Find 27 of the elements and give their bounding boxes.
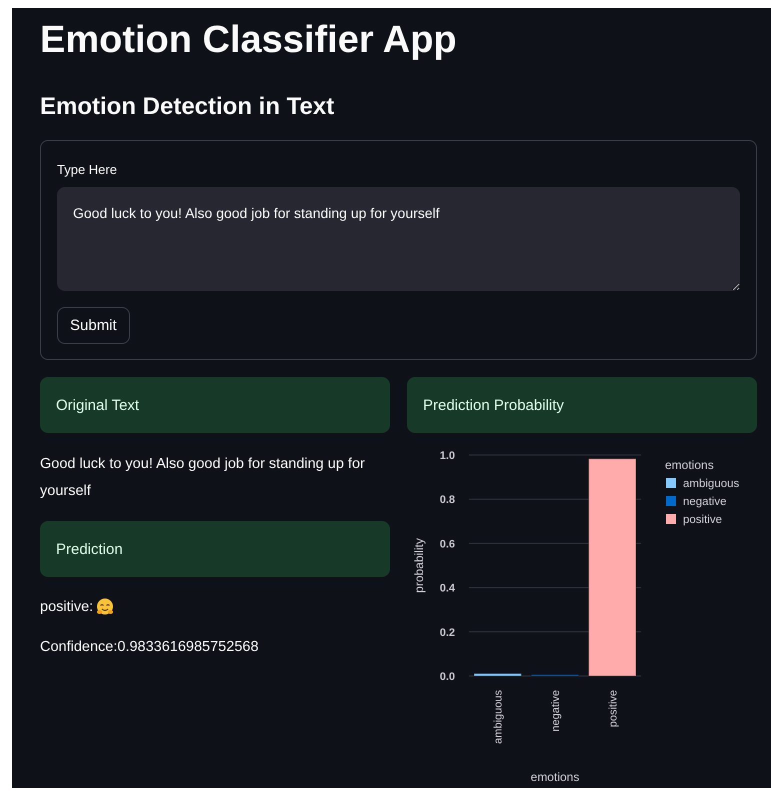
submit-button[interactable]: Submit: [57, 307, 130, 344]
x-tick-label: negative: [550, 690, 562, 732]
y-tick-label: 0.0: [440, 671, 455, 683]
text-input-field[interactable]: Good luck to you! Also good job for standing up for yourself: [57, 187, 740, 291]
info-banner: Original Text: [40, 377, 390, 433]
legend-label: positive: [683, 514, 722, 526]
y-tick-label: 0.8: [440, 494, 455, 506]
original-text: Good luck to you! Also good job for standing up for yourself: [40, 455, 366, 501]
y-axis-title: probability: [412, 538, 426, 593]
smiley-icon: [96, 598, 114, 616]
section-heading: Emotion Detection in Text: [40, 92, 334, 122]
field-label: Type Here: [57, 161, 117, 179]
app-title: Emotion Classifier App: [40, 18, 457, 62]
y-tick-label: 0.2: [440, 626, 455, 639]
legend-label: negative: [683, 496, 726, 508]
legend-label: ambiguous: [683, 478, 740, 490]
x-tick-label: positive: [607, 690, 620, 728]
confidence-text: Confidence:0.9833616985752568: [40, 639, 260, 655]
y-tick-label: 0.4: [440, 582, 455, 595]
y-tick-label: 0.6: [440, 538, 455, 550]
prediction-label: positive:: [40, 599, 94, 615]
x-tick-label: ambiguous: [492, 690, 505, 744]
info-banner: Prediction Probability: [407, 377, 757, 433]
legend-title: emotions: [665, 458, 714, 472]
x-axis-title: emotions: [530, 770, 580, 784]
y-tick-label: 1.0: [440, 450, 455, 462]
info-banner: Prediction: [40, 521, 390, 577]
